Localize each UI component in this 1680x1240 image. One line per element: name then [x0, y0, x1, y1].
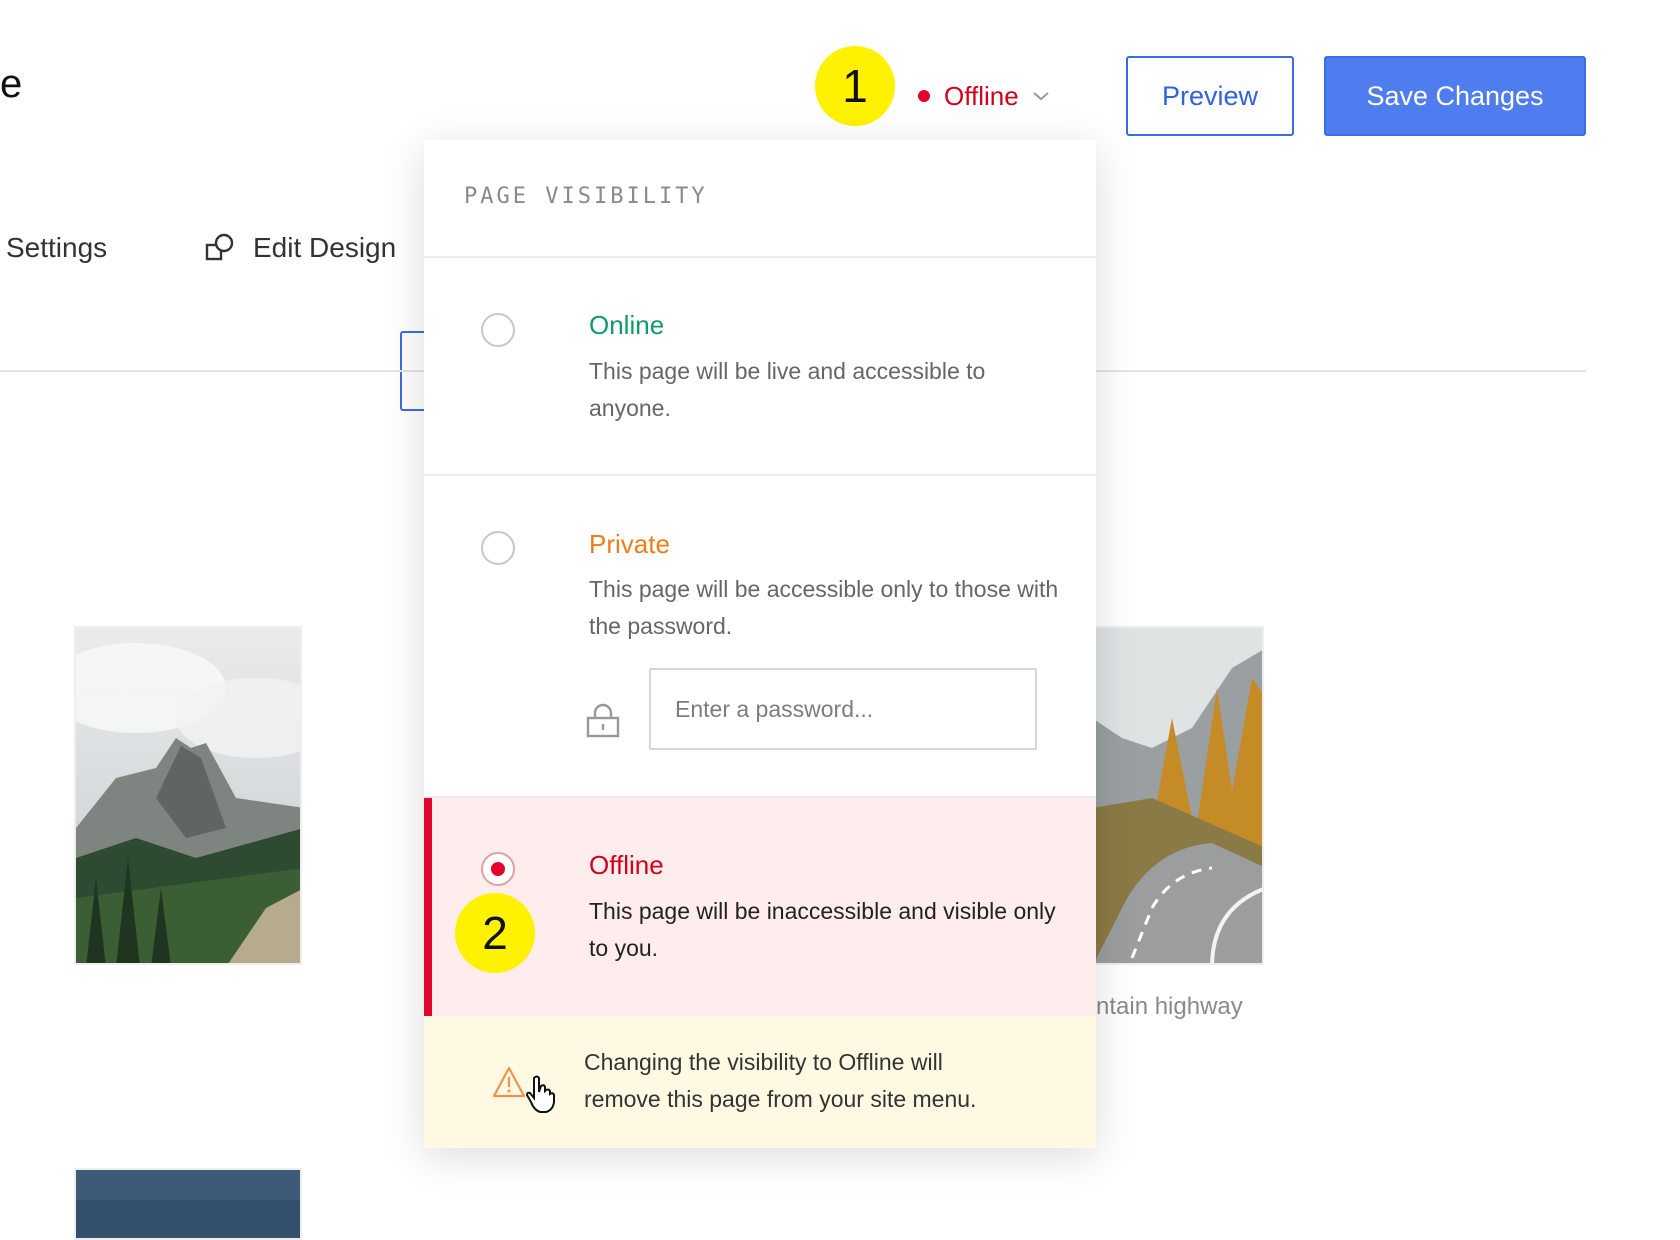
visibility-status-dropdown[interactable]: Offline — [918, 74, 1051, 118]
private-radio[interactable] — [481, 531, 515, 565]
photo-caption: ntain highway — [1096, 993, 1243, 1020]
option-title-online: Online — [589, 310, 665, 340]
lock-icon — [586, 703, 620, 738]
page-visibility-popover: PAGE VISIBILITY Online This page will be… — [424, 140, 1096, 1148]
warning-icon — [492, 1066, 526, 1098]
hand-cursor-icon — [525, 1075, 555, 1113]
option-description-private: This page will be accessible only to tho… — [589, 576, 1059, 639]
night-sky-photo[interactable] — [74, 1168, 302, 1240]
page-title: e — [0, 62, 23, 106]
mountain-photo-image — [76, 628, 300, 963]
visibility-option-private[interactable]: Private This page will be accessible onl… — [424, 476, 1096, 798]
offline-warning-banner: Changing the visibility to Offline will … — [424, 1016, 1096, 1148]
mountain-photo[interactable] — [74, 626, 302, 965]
online-radio[interactable] — [481, 313, 515, 347]
offline-radio-selected-dot — [491, 862, 505, 876]
edit-design-icon — [205, 233, 234, 261]
password-input[interactable] — [649, 668, 1037, 750]
night-sky-photo-image — [76, 1170, 300, 1238]
tab-edit-design[interactable]: Edit Design — [205, 232, 396, 264]
popover-heading: PAGE VISIBILITY — [424, 140, 1096, 258]
status-dot — [918, 90, 930, 102]
tab-edit-design-label: Edit Design — [253, 232, 397, 263]
mountain-highway-photo-image — [1092, 628, 1262, 963]
warning-text: Changing the visibility to Offline will … — [584, 1049, 977, 1112]
chevron-down-icon — [1033, 92, 1049, 101]
offline-radio[interactable] — [481, 852, 515, 886]
tab-settings[interactable]: Settings — [6, 232, 107, 264]
option-title-offline: Offline — [589, 850, 664, 880]
visibility-status-label: Offline — [944, 80, 1019, 111]
step-badge-1: 1 — [815, 46, 895, 126]
option-description-offline: This page will be inaccessible and visib… — [589, 898, 1056, 961]
mountain-highway-photo[interactable] — [1090, 626, 1264, 965]
preview-button[interactable]: Preview — [1126, 56, 1294, 136]
step-badge-2: 2 — [455, 893, 535, 973]
tab-settings-label: Settings — [6, 232, 108, 263]
option-description-online: This page will be live and accessible to… — [589, 358, 986, 421]
save-changes-button[interactable]: Save Changes — [1324, 56, 1586, 136]
option-title-private: Private — [589, 529, 670, 559]
visibility-option-online[interactable]: Online This page will be live and access… — [424, 258, 1096, 476]
